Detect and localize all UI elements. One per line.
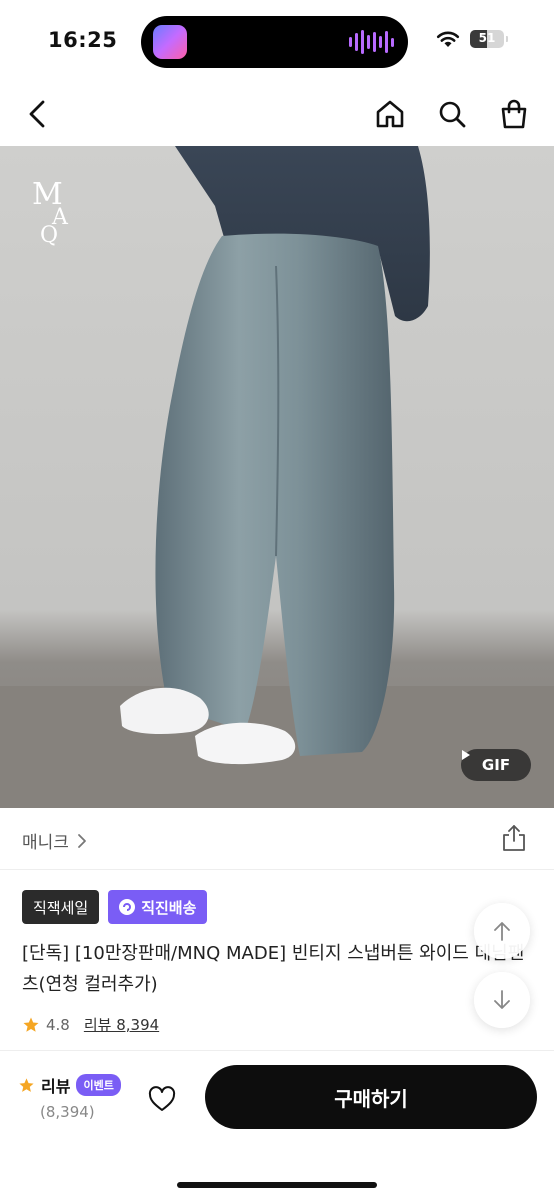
status-bar: 16:25 51 — [0, 0, 554, 84]
back-button[interactable] — [18, 94, 58, 134]
status-time: 16:25 — [48, 28, 118, 52]
product-badges: 직잭세일 직진배송 — [22, 890, 208, 924]
delivery-icon — [119, 899, 136, 915]
star-icon — [19, 1077, 34, 1092]
brand-row: 매니크 — [0, 808, 554, 870]
gif-label: GIF — [481, 756, 511, 774]
search-icon — [439, 101, 466, 128]
review-summary[interactable]: 리뷰 이벤트 (8,394) — [18, 1073, 121, 1121]
top-nav-bar — [0, 84, 554, 146]
delivery-label: 직진배송 — [141, 898, 197, 917]
product-photo: M A Q — [0, 146, 554, 808]
delivery-badge: 직진배송 — [108, 890, 208, 924]
home-indicator[interactable] — [177, 1182, 377, 1188]
cart-button[interactable] — [494, 94, 534, 134]
back-arrow-icon — [29, 100, 45, 128]
home-button[interactable] — [370, 94, 410, 134]
review-link[interactable]: 리뷰 8,394 — [84, 1014, 159, 1035]
sale-badge: 직잭세일 — [22, 890, 100, 924]
scroll-down-button[interactable] — [474, 972, 530, 1028]
audio-wave-icon — [349, 30, 394, 54]
search-button[interactable] — [432, 94, 472, 134]
play-icon — [462, 750, 470, 760]
bottom-action-bar: 리뷰 이벤트 (8,394) 구매하기 — [0, 1050, 554, 1200]
buy-button[interactable]: 구매하기 — [205, 1065, 537, 1129]
chevron-right-icon — [78, 833, 86, 848]
brand-link[interactable]: 매니크 — [22, 828, 87, 853]
svg-text:Q: Q — [40, 223, 58, 248]
now-playing-app-icon — [153, 25, 187, 59]
home-icon — [376, 100, 404, 128]
status-indicators: 51 — [436, 30, 508, 48]
arrow-down-icon — [494, 990, 510, 1009]
event-badge: 이벤트 — [76, 1074, 121, 1096]
share-icon — [503, 825, 525, 851]
shopping-bag-icon — [501, 99, 527, 129]
rating-row: 4.8 리뷰 8,394 — [22, 1014, 159, 1035]
scroll-up-button[interactable] — [474, 903, 530, 959]
review-count: (8,394) — [40, 1103, 95, 1121]
rating-score: 4.8 — [46, 1015, 70, 1034]
product-title: [단독] [10만장판매/MNQ MADE] 빈티지 스냅버튼 와이드 데님팬츠… — [22, 943, 525, 995]
review-label: 리뷰 — [41, 1077, 71, 1096]
dynamic-island[interactable] — [141, 16, 408, 68]
heart-icon — [148, 1086, 176, 1111]
battery-icon: 51 — [470, 30, 508, 48]
battery-level: 51 — [478, 31, 496, 45]
share-button[interactable] — [498, 822, 530, 854]
like-button[interactable] — [142, 1079, 182, 1119]
star-icon — [23, 1017, 39, 1032]
battery-cap — [506, 36, 508, 42]
gif-badge[interactable]: GIF — [461, 749, 531, 781]
brand-name: 매니크 — [22, 833, 69, 853]
product-image[interactable]: M A Q GIF — [0, 146, 554, 808]
wifi-icon — [436, 31, 460, 47]
arrow-up-icon — [494, 922, 510, 941]
